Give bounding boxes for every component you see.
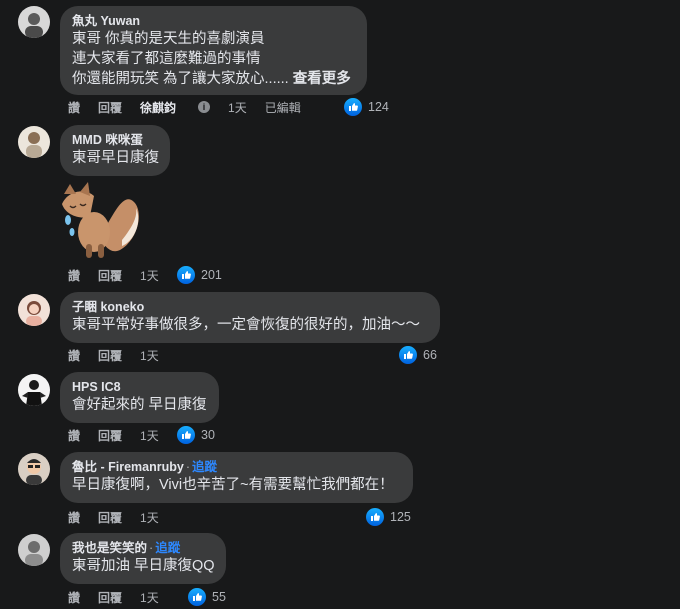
- comment-bubble: HPS IC8 會好起來的 早日康復: [60, 372, 219, 423]
- comment-text: 連大家看了都這麼難過的事情: [72, 51, 261, 67]
- reply-button[interactable]: 回覆: [98, 267, 122, 284]
- thumbs-up-icon: [175, 424, 197, 446]
- avatar[interactable]: [18, 126, 50, 158]
- reply-button[interactable]: 回覆: [98, 589, 122, 606]
- reaction-number: 55: [212, 590, 226, 604]
- reply-button[interactable]: 回覆: [98, 427, 122, 444]
- author-name[interactable]: MMD 咪咪蛋: [72, 132, 158, 148]
- comment-text: 你還能開玩笑 為了讓大家放心...... 查看更多: [72, 69, 355, 89]
- comment-text: 東哥早日康復: [72, 150, 159, 166]
- comment-actions: 讚 回覆 1天: [68, 346, 177, 364]
- reaction-number: 30: [201, 428, 215, 442]
- comment-actions: 讚 回覆 徐麒鈞 i 1天 已編輯: [68, 98, 319, 116]
- reaction-count[interactable]: 124: [342, 96, 389, 118]
- author-name[interactable]: HPS IC8: [72, 379, 207, 395]
- timestamp[interactable]: 1天: [140, 347, 159, 364]
- follow-link[interactable]: 追蹤: [155, 541, 180, 555]
- author-name-text[interactable]: 魯比 - Firemanruby: [72, 460, 184, 474]
- like-button[interactable]: 讚: [68, 427, 80, 444]
- comment-bubble: MMD 咪咪蛋 東哥早日康復: [60, 125, 170, 176]
- avatar[interactable]: [18, 374, 50, 406]
- see-more-link[interactable]: 查看更多: [293, 71, 351, 87]
- separator-dot: ·: [149, 541, 154, 555]
- like-button[interactable]: 讚: [68, 589, 80, 606]
- editor-name[interactable]: 徐麒鈞: [140, 99, 176, 116]
- comment-text: 東哥平常好事做很多，一定會恢復的很好的，加油～～: [72, 317, 420, 333]
- comment-bubble: 子睏 koneko 東哥平常好事做很多，一定會恢復的很好的，加油～～: [60, 292, 440, 343]
- thumbs-up-icon: [342, 96, 364, 118]
- author-name[interactable]: 子睏 koneko: [72, 299, 428, 315]
- like-button[interactable]: 讚: [68, 99, 80, 116]
- reaction-count[interactable]: 201: [175, 264, 222, 286]
- edited-label[interactable]: 已編輯: [265, 99, 301, 116]
- timestamp[interactable]: 1天: [228, 99, 247, 116]
- author-name-text[interactable]: 我也是笑笑的: [72, 541, 147, 555]
- timestamp[interactable]: 1天: [140, 267, 159, 284]
- comment-actions: 讚 回覆 1天: [68, 508, 177, 526]
- comment-text: 會好起來的 早日康復: [72, 397, 207, 413]
- like-button[interactable]: 讚: [68, 509, 80, 526]
- comment-actions: 讚 回覆 1天: [68, 266, 177, 284]
- like-button[interactable]: 讚: [68, 267, 80, 284]
- reaction-count[interactable]: 30: [175, 424, 215, 446]
- reply-button[interactable]: 回覆: [98, 99, 122, 116]
- reaction-count[interactable]: 55: [186, 586, 226, 608]
- info-icon[interactable]: i: [198, 101, 211, 113]
- comment-text: 早日康復啊，Vivi也辛苦了~有需要幫忙我們都在！: [72, 477, 394, 493]
- follow-link[interactable]: 追蹤: [192, 460, 217, 474]
- thumbs-up-icon: [186, 586, 208, 608]
- avatar[interactable]: [18, 534, 50, 566]
- thumbs-up-icon: [175, 264, 197, 286]
- timestamp[interactable]: 1天: [140, 427, 159, 444]
- comment-actions: 讚 回覆 1天: [68, 588, 177, 606]
- reply-button[interactable]: 回覆: [98, 509, 122, 526]
- reaction-number: 124: [368, 100, 389, 114]
- thumbs-up-icon: [397, 344, 419, 366]
- avatar[interactable]: [18, 294, 50, 326]
- comment-bubble: 魚丸 Yuwan 東哥 你真的是天生的喜劇演員 連大家看了都這麼難過的事情 你還…: [60, 6, 367, 95]
- avatar[interactable]: [18, 6, 50, 38]
- separator-dot: ·: [185, 460, 190, 474]
- avatar[interactable]: [18, 453, 50, 485]
- author-name[interactable]: 我也是笑笑的 · 追蹤: [72, 540, 214, 556]
- comment-text: 東哥 你真的是天生的喜劇演員: [72, 31, 265, 47]
- comment-text: 東哥加油 早日康復QQ: [72, 558, 215, 574]
- comment-actions: 讚 回覆 1天: [68, 426, 177, 444]
- crying-fox-sticker[interactable]: [52, 180, 142, 260]
- reply-button[interactable]: 回覆: [98, 347, 122, 364]
- timestamp[interactable]: 1天: [140, 509, 159, 526]
- like-button[interactable]: 讚: [68, 347, 80, 364]
- reaction-count[interactable]: 66: [397, 344, 437, 366]
- comment-bubble: 我也是笑笑的 · 追蹤 東哥加油 早日康復QQ: [60, 533, 226, 584]
- thumbs-up-icon: [364, 506, 386, 528]
- comment-text-line: 你還能開玩笑 為了讓大家放心......: [72, 71, 289, 87]
- comment-bubble: 魯比 - Firemanruby · 追蹤 早日康復啊，Vivi也辛苦了~有需要幫忙…: [60, 452, 413, 503]
- reaction-number: 201: [201, 268, 222, 282]
- timestamp[interactable]: 1天: [140, 589, 159, 606]
- reaction-number: 66: [423, 348, 437, 362]
- author-name[interactable]: 魚丸 Yuwan: [72, 13, 355, 29]
- reaction-count[interactable]: 125: [364, 506, 411, 528]
- reaction-number: 125: [390, 510, 411, 524]
- author-name[interactable]: 魯比 - Firemanruby · 追蹤: [72, 459, 401, 475]
